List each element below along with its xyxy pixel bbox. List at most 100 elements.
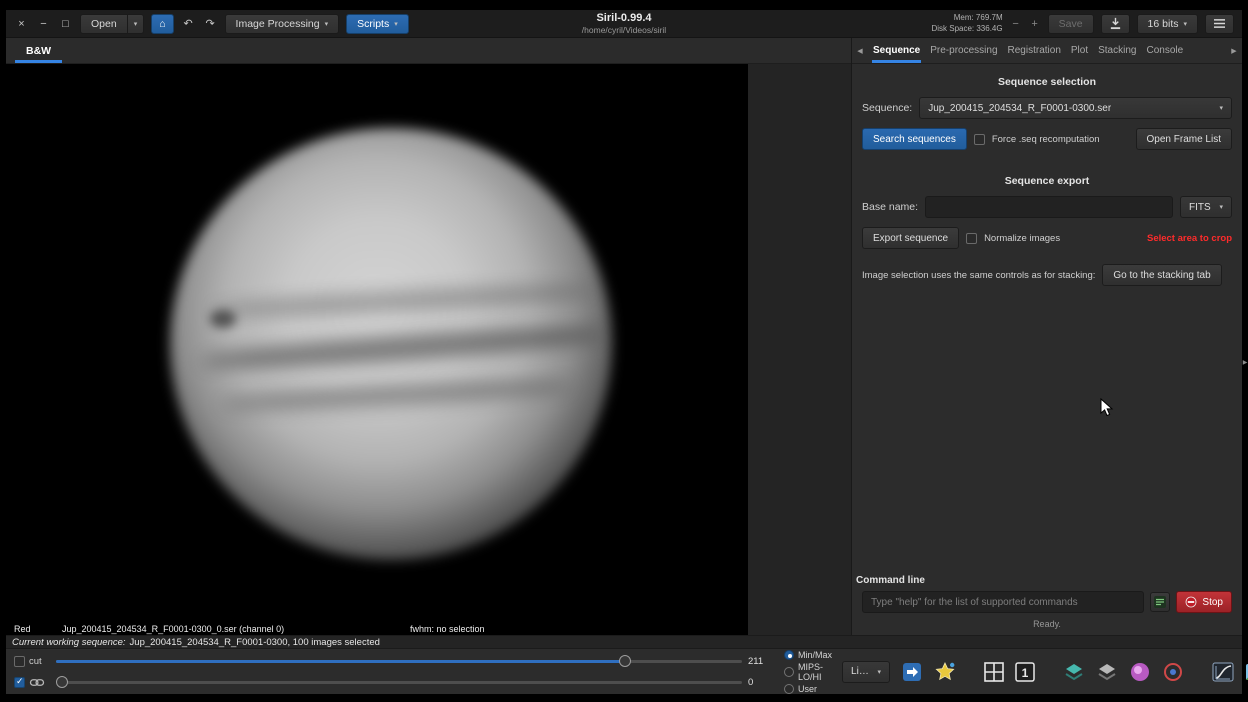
dark-spot — [210, 310, 236, 328]
zoom-in-icon[interactable]: + — [1029, 18, 1041, 30]
mode-mips[interactable]: MIPS-LO/HI — [784, 662, 832, 682]
display-controls-bar: cut 211 ✓ 0 Min/Max MIPS-LO/HI User Line… — [6, 648, 1248, 694]
undo-icon[interactable]: ↶ — [181, 17, 196, 30]
command-input[interactable] — [862, 591, 1145, 613]
chevron-down-icon: ▾ — [1219, 204, 1223, 211]
sequence-tab-content: Sequence selection Sequence: Jup_200415_… — [852, 64, 1242, 635]
save-label: Save — [1058, 17, 1083, 30]
image-processing-label: Image Processing — [235, 17, 320, 30]
goto-stacking-button[interactable]: Go to the stacking tab — [1102, 264, 1222, 286]
normalize-label: Normalize images — [984, 232, 1061, 244]
chain-link-icon[interactable] — [29, 676, 45, 689]
channel-swap-icon[interactable] — [900, 660, 924, 684]
download-icon — [1109, 17, 1122, 30]
status-ready: Ready. — [1033, 619, 1061, 629]
mode-minmax[interactable]: Min/Max — [784, 649, 833, 660]
window-title: Siril-0.99.4 /home/cyril/Videos/siril — [582, 12, 666, 35]
export-sequence-button[interactable]: Export sequence — [862, 227, 960, 249]
slider-fill — [56, 660, 626, 663]
redo-icon[interactable]: ↷ — [203, 17, 218, 30]
display-mode-radios: Min/Max MIPS-LO/HI User — [784, 649, 833, 694]
tab-pre-processing[interactable]: Pre-processing — [925, 38, 1002, 63]
cut-checkbox[interactable] — [14, 655, 25, 667]
maximize-icon[interactable]: □ — [58, 18, 73, 30]
open-button[interactable]: Open — [80, 13, 128, 34]
chevron-down-icon: ▾ — [877, 668, 882, 676]
format-value: FITS — [1189, 201, 1211, 213]
filename-label: Jup_200415_204534_R_F0001-0300_0.ser (ch… — [62, 623, 285, 634]
radio-icon — [784, 683, 794, 694]
slider-handle[interactable] — [619, 655, 632, 667]
image-status-bar: Red Jup_200415_204534_R_F0001-0300_0.ser… — [6, 622, 748, 635]
tab-stacking[interactable]: Stacking — [1093, 38, 1141, 63]
sequence-export-title: Sequence export — [1004, 175, 1090, 187]
image-processing-button[interactable]: Image Processing ▾ — [224, 13, 340, 34]
low-level-slider[interactable] — [56, 675, 742, 689]
curves-icon[interactable] — [1211, 660, 1235, 684]
working-directory: /home/cyril/Videos/siril — [581, 25, 667, 36]
grid-icon[interactable] — [983, 661, 1005, 683]
low-level-value: 0 — [748, 676, 754, 688]
tab-plot[interactable]: Plot — [1066, 38, 1093, 63]
chevron-down-icon: ▾ — [324, 20, 329, 28]
minimize-icon[interactable]: − — [36, 18, 51, 30]
tab-console[interactable]: Console — [1141, 38, 1188, 63]
image-canvas[interactable]: Red Jup_200415_204534_R_F0001-0300_0.ser… — [6, 64, 851, 635]
slider-handle[interactable] — [56, 676, 68, 688]
save-button[interactable]: Save — [1047, 13, 1094, 34]
tab-bw[interactable]: B&W — [10, 38, 67, 63]
search-sequences-button[interactable]: Search sequences — [862, 128, 967, 150]
image-gallery-icon[interactable] — [1244, 660, 1248, 684]
open-frame-list-button[interactable]: Open Frame List — [1135, 128, 1232, 150]
base-name-row: Base name: FITS ▾ — [862, 196, 1232, 218]
tab-registration[interactable]: Registration — [1003, 38, 1066, 63]
base-name-input[interactable] — [925, 196, 1173, 218]
scripts-button[interactable]: Scripts ▾ — [346, 13, 409, 34]
single-frame-icon[interactable]: 1 — [1014, 661, 1036, 683]
stacking-note-row: Image selection uses the same controls a… — [862, 264, 1232, 286]
mode-minmax-label: Min/Max — [798, 649, 833, 660]
memory-usage: Mem: 769.7M — [953, 13, 1003, 23]
bit-depth-label: 16 bits — [1147, 17, 1179, 30]
high-level-slider[interactable] — [56, 654, 742, 668]
sequence-row: Sequence: Jup_200415_204534_R_F0001-0300… — [862, 97, 1232, 119]
format-dropdown[interactable]: FITS ▾ — [1180, 196, 1232, 218]
home-button[interactable]: ⌂ — [151, 13, 174, 34]
chevron-down-icon: ▾ — [133, 20, 138, 28]
command-line-title: Command line — [856, 575, 925, 586]
image-viewer: B&W Red Jup_200415_204534_R_F0001-0300_0… — [6, 38, 852, 635]
save-as-button[interactable] — [1100, 13, 1130, 34]
panel-empty-space — [862, 295, 1232, 575]
normalize-checkbox[interactable] — [966, 232, 978, 244]
tab-sequence[interactable]: Sequence — [868, 38, 925, 63]
sequence-dropdown[interactable]: Jup_200415_204534_R_F0001-0300.ser ▾ — [919, 97, 1232, 119]
slider-track[interactable] — [56, 681, 742, 684]
command-history-button[interactable] — [1150, 592, 1171, 612]
close-icon[interactable]: × — [14, 18, 29, 30]
working-sequence-value: Jup_200415_204534_R_F0001-0300, 100 imag… — [129, 636, 380, 648]
chevron-down-icon: ▾ — [1183, 20, 1187, 28]
star-detection-icon[interactable] — [933, 660, 957, 684]
stop-button[interactable]: Stop — [1176, 591, 1232, 613]
panel-expand-icon[interactable]: ▶ — [1242, 359, 1248, 366]
photometry-icon[interactable] — [1161, 660, 1185, 684]
mode-user[interactable]: User — [784, 683, 832, 694]
force-recompute-checkbox[interactable] — [973, 133, 985, 145]
title-bar: × − □ Open ▾ ⌂ ↶ ↷ Image Processing ▾ Sc… — [6, 10, 1242, 38]
scale-dropdown[interactable]: Linear ▾ — [842, 660, 891, 683]
jupiter-image[interactable] — [6, 64, 748, 622]
layers-icon[interactable] — [1062, 660, 1086, 684]
bit-depth-dropdown[interactable]: 16 bits ▾ — [1136, 13, 1198, 34]
level-sliders: cut 211 ✓ 0 — [14, 654, 774, 689]
tabs-scroll-right-icon[interactable]: ▶ — [1226, 38, 1242, 63]
siril-window: × − □ Open ▾ ⌂ ↶ ↷ Image Processing ▾ Sc… — [6, 10, 1248, 694]
tabs-scroll-left-icon[interactable]: ◀ — [852, 38, 868, 63]
menu-button[interactable] — [1205, 13, 1234, 34]
color-calibration-icon[interactable] — [1128, 660, 1152, 684]
scripts-label: Scripts — [357, 17, 390, 30]
radio-icon — [784, 649, 794, 660]
link-checkbox[interactable] — [14, 676, 25, 688]
zoom-out-icon[interactable]: − — [1010, 18, 1022, 30]
stack-icon[interactable] — [1095, 660, 1119, 684]
open-recent-button[interactable]: ▾ — [127, 13, 145, 34]
